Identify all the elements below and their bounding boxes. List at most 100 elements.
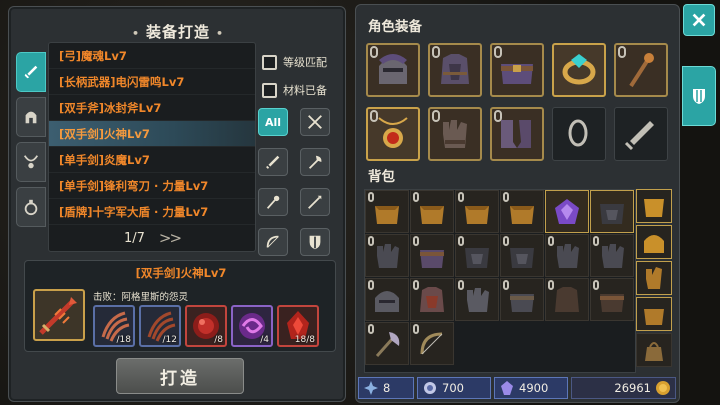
spirit-icon xyxy=(424,382,436,394)
filter-shield-button[interactable] xyxy=(300,228,330,256)
recipe-item[interactable]: [单手剑]锋利弯刀 · 力量Lv7 xyxy=(49,173,255,199)
sword-icon xyxy=(266,155,280,169)
filter-materials-ready[interactable]: 材料已备 xyxy=(262,76,342,104)
recipe-item[interactable]: [盾牌]十字军大盾 · 力量Lv7 xyxy=(49,199,255,225)
axe-icon xyxy=(375,332,400,357)
bag-slot[interactable] xyxy=(545,234,589,277)
bag-slot[interactable] xyxy=(590,278,634,321)
dark-armor-icon xyxy=(510,248,534,268)
recipe-item-selected[interactable]: [双手剑]火神Lv7 xyxy=(49,121,255,147)
tab-armor[interactable] xyxy=(16,97,46,137)
bag-slot[interactable] xyxy=(545,190,589,233)
filter-dual-blades-button[interactable] xyxy=(300,108,330,136)
recipe-item[interactable]: [弓]魔魂Lv7 xyxy=(49,43,255,69)
bag-slot[interactable] xyxy=(500,278,544,321)
crafting-title-row: • 装备打造 • xyxy=(9,21,347,42)
material-slot[interactable]: 18/8 xyxy=(277,305,319,347)
next-page-icon[interactable]: >> xyxy=(159,229,182,247)
equipment-side-tab[interactable] xyxy=(682,66,716,126)
leather-armor-icon xyxy=(510,206,534,224)
equip-slot-offhand[interactable] xyxy=(614,43,668,97)
armor-tab-icon xyxy=(693,89,705,104)
material-slot[interactable]: /8 xyxy=(185,305,227,347)
bag-slot[interactable] xyxy=(410,190,454,233)
potion-icon xyxy=(24,199,38,216)
mace-icon xyxy=(266,195,280,209)
tab-weapons[interactable] xyxy=(16,52,46,92)
material-slot[interactable]: /4 xyxy=(231,305,273,347)
material-slot[interactable]: /12 xyxy=(139,305,181,347)
equipment-slots xyxy=(366,43,668,161)
equip-slot-chest[interactable] xyxy=(428,43,482,97)
material-list: /18 /12 /8 /4 18/8 xyxy=(93,305,319,347)
bag-slot[interactable] xyxy=(545,278,589,321)
crafted-item-slot[interactable] xyxy=(33,289,85,341)
side-slot[interactable] xyxy=(636,333,672,367)
filter-bow-button[interactable] xyxy=(258,228,288,256)
equip-slot-ring[interactable] xyxy=(552,43,606,97)
filter-mace-button[interactable] xyxy=(258,188,288,216)
chest-armor-icon xyxy=(441,54,469,84)
bow-icon xyxy=(266,235,279,248)
equip-slot-belt[interactable] xyxy=(490,43,544,97)
recipe-item[interactable]: [单手剑]炎魔Lv7 xyxy=(49,147,255,173)
craft-button[interactable]: 打造 xyxy=(116,358,244,394)
category-tabs xyxy=(16,52,48,232)
bag-slot[interactable] xyxy=(365,190,409,233)
bag-slot[interactable] xyxy=(410,322,454,365)
bag-slot[interactable] xyxy=(365,322,409,365)
belt-icon xyxy=(600,294,624,312)
material-count: /8 xyxy=(214,335,223,345)
fire-amulet-icon xyxy=(378,117,408,148)
equip-slot-boots[interactable] xyxy=(490,107,544,161)
side-slot[interactable] xyxy=(636,189,672,223)
equip-slot-gloves[interactable] xyxy=(428,107,482,161)
belt-icon xyxy=(510,294,534,312)
tab-accessories[interactable] xyxy=(16,142,46,182)
material-count: /18 xyxy=(116,335,131,345)
bag-slot[interactable] xyxy=(365,234,409,277)
equipment-title: 角色装备 xyxy=(368,19,422,35)
bag-grid-area xyxy=(364,189,636,373)
materials-ready-checkbox[interactable] xyxy=(262,82,277,98)
side-slot[interactable] xyxy=(636,297,672,331)
recipe-item[interactable]: [长柄武器]电闪雷鸣Lv7 xyxy=(49,69,255,95)
side-slot[interactable] xyxy=(636,261,672,295)
bag-slot[interactable] xyxy=(590,190,634,233)
bag-slot[interactable] xyxy=(410,278,454,321)
bag-slot[interactable] xyxy=(410,234,454,277)
tab-potions[interactable] xyxy=(16,187,46,227)
filter-options: 等级匹配 材料已备 xyxy=(262,48,342,104)
bag-slot[interactable] xyxy=(500,234,544,277)
materials-ready-label: 材料已备 xyxy=(283,84,327,97)
equip-slot-amulet[interactable] xyxy=(366,107,420,161)
belt-icon xyxy=(501,64,533,84)
filter-one-hand-sword-button[interactable] xyxy=(258,148,288,176)
filter-all-button[interactable]: All xyxy=(258,108,288,136)
equip-slot-ring-empty[interactable] xyxy=(552,107,606,161)
bag-slot[interactable] xyxy=(590,234,634,277)
bag-side-column xyxy=(636,189,676,373)
currency-gold: 26961 xyxy=(571,377,676,399)
filter-axe-button[interactable] xyxy=(300,148,330,176)
amulet-ring-icon xyxy=(562,54,596,85)
filter-level-match[interactable]: 等级匹配 xyxy=(262,48,342,76)
crystal-count: 4900 xyxy=(519,381,549,395)
bag-slot[interactable] xyxy=(455,234,499,277)
bag-slot[interactable] xyxy=(455,190,499,233)
level-match-checkbox[interactable] xyxy=(262,54,277,70)
equip-slot-helmet[interactable] xyxy=(366,43,420,97)
filter-spear-button[interactable] xyxy=(300,188,330,216)
bag-slot[interactable] xyxy=(365,278,409,321)
title-deco-right: • xyxy=(216,27,225,40)
material-slot[interactable]: /18 xyxy=(93,305,135,347)
bag-title: 背包 xyxy=(368,169,395,185)
side-slot[interactable] xyxy=(636,225,672,259)
recipe-item[interactable]: [双手斧]冰封斧Lv7 xyxy=(49,95,255,121)
gold-gauntlet-icon xyxy=(646,267,662,289)
spear-icon xyxy=(308,195,322,209)
close-button[interactable] xyxy=(683,4,715,36)
bag-slot[interactable] xyxy=(500,190,544,233)
bag-slot[interactable] xyxy=(455,278,499,321)
equip-slot-weapon-empty[interactable] xyxy=(614,107,668,161)
